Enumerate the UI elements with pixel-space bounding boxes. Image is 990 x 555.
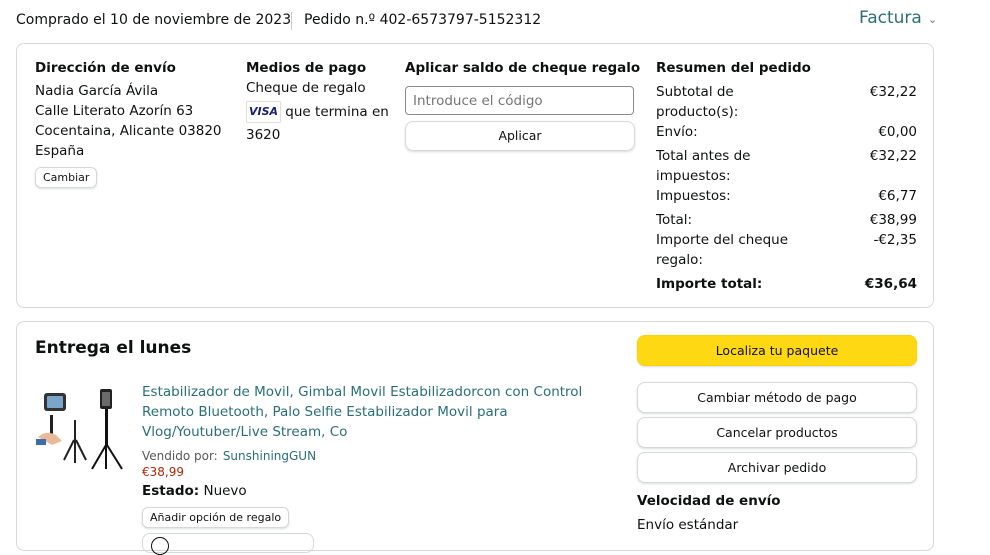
order-summary-heading: Resumen del pedido — [656, 60, 811, 76]
change-address-button[interactable]: Cambiar — [35, 167, 98, 188]
order-number: Pedido n.º 402-6573797-5152312 — [304, 12, 542, 28]
seller-link[interactable]: SunshiningGUN — [223, 449, 316, 463]
address-city: Cocentaina, Alicante 03820 — [35, 123, 222, 139]
change-payment-button[interactable]: Cambiar método de pago — [637, 382, 917, 413]
summary-label: Importe del cheque — [656, 232, 789, 248]
sold-by: Vendido por: SunshiningGUN — [142, 445, 316, 464]
grand-total-label: Importe total: — [656, 276, 763, 292]
shipping-speed-value: Envío estándar — [637, 517, 739, 533]
invoice-link[interactable]: Factura ⌄ — [859, 8, 937, 28]
archive-order-button[interactable]: Archivar pedido — [637, 452, 917, 483]
summary-value: -€2,35 — [873, 232, 917, 248]
product-title-line: Estabilizador de Movil, Gimbal Movil Est… — [142, 384, 583, 400]
summary-label: Envío: — [656, 124, 698, 140]
gift-card-heading: Aplicar saldo de cheque regalo — [405, 60, 641, 76]
gimbal-product-image — [36, 389, 123, 470]
invoice-label: Factura — [859, 8, 922, 28]
summary-value: €6,77 — [878, 188, 917, 204]
payment-method: Cheque de regalo — [246, 80, 366, 96]
buy-again-button[interactable] — [142, 533, 314, 555]
condition-label: Estado: — [142, 483, 200, 499]
purchase-date: Comprado el 10 de noviembre de 2023 — [16, 12, 292, 28]
condition-value: Nuevo — [203, 483, 247, 499]
payment-methods-heading: Medios de pago — [246, 60, 367, 76]
product-condition: Estado: Nuevo — [142, 483, 247, 499]
summary-label: Impuestos: — [656, 188, 731, 204]
card-last-digits: 3620 — [246, 127, 281, 143]
summary-label-cont: regalo: — [656, 252, 703, 268]
order-header: Comprado el 10 de noviembre de 2023 Pedi… — [0, 0, 990, 42]
summary-label: Total antes de — [656, 148, 751, 164]
grand-total-value: €36,64 — [864, 276, 917, 292]
summary-label-cont: producto(s): — [656, 104, 739, 120]
delivery-heading: Entrega el lunes — [35, 338, 192, 358]
visa-card-icon: VISA — [246, 101, 281, 123]
apply-gift-card-button[interactable]: Aplicar — [405, 121, 635, 151]
card-info: VISA que termina en — [246, 101, 396, 123]
gift-code-input[interactable] — [405, 86, 634, 115]
recipient-name: Nadia García Ávila — [35, 83, 159, 99]
product-price: €38,99 — [142, 465, 184, 479]
summary-value: €32,22 — [869, 148, 917, 164]
circle-icon — [151, 537, 169, 555]
shipping-address-heading: Dirección de envío — [35, 60, 176, 76]
cancel-items-button[interactable]: Cancelar productos — [637, 417, 917, 448]
chevron-down-icon: ⌄ — [927, 13, 938, 26]
card-ending-text: que termina en — [285, 104, 389, 120]
product-title-line: Vlog/Youtuber/Live Stream, Co — [142, 424, 348, 440]
product-image[interactable] — [36, 385, 128, 470]
summary-label-cont: impuestos: — [656, 168, 731, 184]
shipping-speed-heading: Velocidad de envío — [637, 493, 781, 509]
shipping-address: Nadia García Ávila Calle Literato Azorín… — [35, 81, 222, 161]
product-title-link[interactable]: Estabilizador de Movil, Gimbal Movil Est… — [142, 382, 612, 442]
address-street: Calle Literato Azorín 63 — [35, 103, 194, 119]
summary-value: €38,99 — [869, 212, 917, 228]
header-divider — [291, 12, 292, 30]
add-gift-option-button[interactable]: Añadir opción de regalo — [142, 507, 290, 528]
summary-value: €0,00 — [878, 124, 917, 140]
summary-label: Total: — [656, 212, 693, 228]
summary-label: Subtotal de — [656, 84, 734, 100]
summary-value: €32,22 — [869, 84, 917, 100]
address-country: España — [35, 143, 85, 159]
track-package-button[interactable]: Localiza tu paquete — [637, 335, 917, 366]
sold-by-label: Vendido por: — [142, 449, 218, 463]
product-title-line: Remoto Bluetooth, Palo Selfie Estabiliza… — [142, 404, 508, 420]
